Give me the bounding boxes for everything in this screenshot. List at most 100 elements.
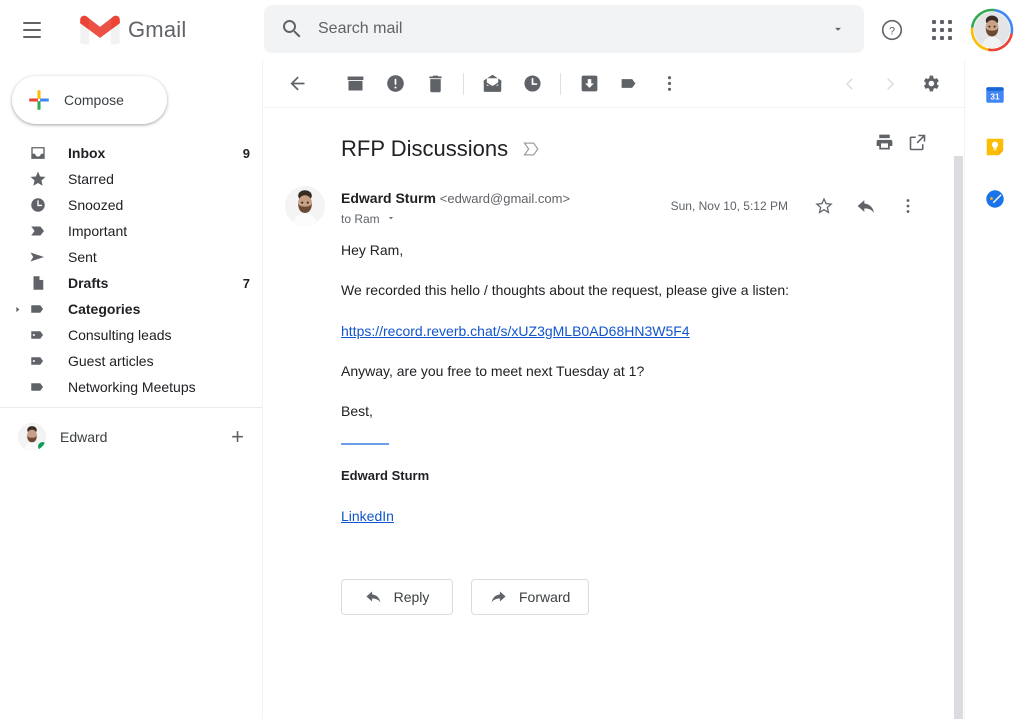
google-keep-icon[interactable] [982, 134, 1008, 160]
account-avatar[interactable] [970, 8, 1014, 52]
label-icon [28, 378, 48, 396]
label-icon [28, 300, 48, 318]
reply-button[interactable]: Reply [341, 578, 453, 615]
report-spam-button[interactable] [375, 64, 415, 104]
search-icon [283, 20, 301, 38]
previous-message-button[interactable] [830, 64, 870, 104]
chevron-down-icon[interactable] [386, 212, 396, 226]
star-icon [28, 170, 48, 188]
inbox-label-chevron-icon[interactable] [522, 141, 542, 157]
sidebar-item-important[interactable]: Important [0, 218, 262, 244]
recipients-line[interactable]: to Ram [341, 212, 570, 226]
open-in-new-icon[interactable] [907, 132, 928, 158]
hangouts-user-row[interactable]: Edward + [0, 418, 262, 456]
forward-button[interactable]: Forward [471, 578, 590, 615]
message-more-icon[interactable] [888, 186, 928, 226]
email-thread: RFP Discussions Edward Sturm <edward@gma… [263, 108, 964, 719]
body-paragraph-2: Anyway, are you free to meet next Tuesda… [341, 362, 645, 379]
sidebar-item-label: Guest articles [68, 353, 154, 369]
mark-as-unread-button[interactable] [472, 64, 512, 104]
compose-button[interactable]: Compose [12, 76, 167, 124]
snooze-button[interactable] [512, 64, 552, 104]
sidebar-item-consulting-leads[interactable]: Consulting leads [0, 322, 262, 348]
body-paragraph-1: We recorded this hello / thoughts about … [341, 282, 790, 299]
search-bar[interactable] [264, 5, 864, 53]
body-closing: Best, [341, 403, 373, 420]
archive-button[interactable] [335, 64, 375, 104]
compose-label: Compose [64, 92, 124, 108]
hangouts-add-icon[interactable]: + [231, 426, 244, 448]
google-tasks-icon[interactable] [982, 186, 1008, 212]
recording-link[interactable]: https://record.reverb.chat/s/xUZ3gMLB0AD… [341, 323, 690, 339]
labels-button[interactable] [609, 64, 649, 104]
svg-text:31: 31 [990, 93, 1000, 102]
sidebar-item-networking-meetups[interactable]: Networking Meetups [0, 374, 262, 400]
sidebar-item-label: Snoozed [68, 197, 124, 213]
google-ring-icon [970, 8, 1014, 52]
top-bar: Gmail ? [0, 0, 1024, 60]
star-outline-icon[interactable] [804, 186, 844, 226]
search-input[interactable] [318, 20, 818, 38]
message-header: Edward Sturm <edward@gmail.com> to Ram S… [263, 170, 940, 226]
sidebar-item-categories[interactable]: Categories [0, 296, 262, 322]
back-arrow-icon[interactable] [277, 64, 317, 104]
chevron-right-icon[interactable] [10, 305, 24, 314]
settings-gear-icon[interactable] [910, 64, 950, 104]
svg-text:?: ? [889, 26, 895, 38]
reply-arrow-icon[interactable] [846, 186, 886, 226]
signature-divider [341, 443, 389, 446]
left-sidebar: Compose Inbox 9 Starred Snoozed Importan… [0, 60, 262, 719]
subject-row: RFP Discussions [263, 108, 940, 170]
google-calendar-icon[interactable]: 31 [982, 82, 1008, 108]
mail-toolbar [263, 60, 964, 108]
main-menu-icon[interactable] [8, 6, 56, 54]
sender-name: Edward Sturm [341, 190, 436, 206]
draft-icon [28, 274, 48, 292]
delete-button[interactable] [415, 64, 455, 104]
scrollbar-thumb[interactable] [954, 156, 963, 719]
hangouts-panel: Edward + [0, 407, 262, 456]
help-icon[interactable]: ? [870, 8, 914, 52]
reply-label: Reply [393, 588, 430, 605]
recipients-label: to Ram [341, 212, 380, 226]
move-to-inbox-button[interactable] [569, 64, 609, 104]
sidebar-item-label: Starred [68, 171, 114, 187]
thread-scrollbar[interactable] [953, 156, 964, 719]
gmail-brand: Gmail [80, 15, 186, 45]
sidebar-item-label: Categories [68, 301, 141, 317]
forward-arrow-icon [491, 591, 506, 603]
next-message-button[interactable] [870, 64, 910, 104]
gmail-m-logo-icon [80, 15, 120, 45]
sidebar-item-inbox[interactable]: Inbox 9 [0, 140, 262, 166]
forward-label: Forward [519, 588, 571, 605]
page-title: RFP Discussions [341, 136, 509, 161]
more-options-button[interactable] [649, 64, 689, 104]
from-line: Edward Sturm <edward@gmail.com> [341, 190, 570, 206]
sidebar-item-drafts[interactable]: Drafts 7 [0, 270, 262, 296]
hangouts-avatar [18, 423, 46, 451]
sidebar-item-label: Drafts [68, 275, 109, 291]
plus-icon [29, 90, 49, 110]
search-options-icon[interactable] [818, 9, 858, 49]
label-outline-icon [28, 326, 48, 344]
sidebar-item-snoozed[interactable]: Snoozed [0, 192, 262, 218]
body-greeting: Hey Ram, [341, 242, 404, 258]
sidebar-item-label: Sent [68, 249, 97, 265]
main-content: RFP Discussions Edward Sturm <edward@gma… [262, 60, 964, 719]
sidebar-item-label: Important [68, 223, 128, 239]
sidebar-item-label: Inbox [68, 145, 106, 161]
sidebar-item-sent[interactable]: Sent [0, 244, 262, 270]
print-icon[interactable] [874, 132, 895, 158]
sidebar-item-guest-articles[interactable]: Guest articles [0, 348, 262, 374]
send-icon [28, 248, 48, 266]
hangouts-user-name: Edward [60, 429, 108, 445]
message-body: Hey Ram, We recorded this hello / though… [263, 226, 940, 527]
toolbar-right [830, 64, 950, 104]
linkedin-link[interactable]: LinkedIn [341, 508, 394, 524]
apps-grid-icon[interactable] [920, 8, 964, 52]
sender-info: Edward Sturm <edward@gmail.com> to Ram [341, 190, 570, 226]
sidebar-item-label: Consulting leads [68, 327, 172, 343]
label-outline-icon [28, 352, 48, 370]
sender-email: <edward@gmail.com> [439, 191, 571, 206]
sidebar-item-starred[interactable]: Starred [0, 166, 262, 192]
